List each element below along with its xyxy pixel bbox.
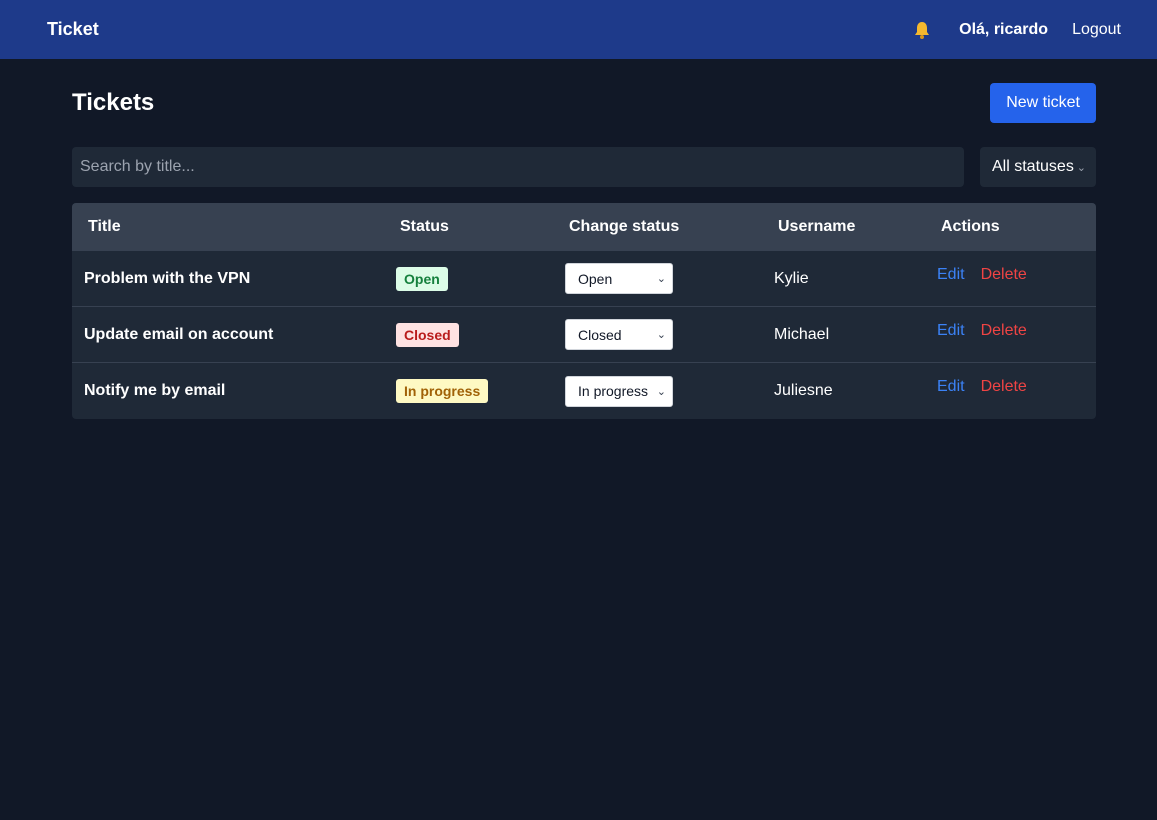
status-badge: Closed [396,322,459,347]
ticket-title: Notify me by email [84,382,226,399]
edit-link[interactable]: Edit [937,322,965,340]
username: Juliesne [774,382,833,399]
ticket-title: Update email on account [84,325,274,343]
change-status-value: In progress [578,383,649,399]
logout-link[interactable]: Logout [1072,21,1121,39]
new-ticket-button[interactable]: New ticket [990,83,1096,123]
status-badge: In progress [396,379,489,403]
chevron-down-icon: ⌄ [656,273,666,285]
bell-icon[interactable] [911,19,933,41]
table-row: Notify me by email In progress In progre… [72,363,1096,419]
header-actions: Actions [941,218,1000,235]
status-filter-value: All statuses [992,158,1074,175]
table-header: Title Status Change status Username Acti… [72,203,1096,251]
brand-logo[interactable]: Ticket [47,19,99,40]
edit-link[interactable]: Edit [937,378,965,396]
change-status-value: Open [578,270,613,287]
tickets-table: Title Status Change status Username Acti… [72,203,1096,419]
header-title: Title [88,218,121,235]
filters: All statuses ⌄ [72,147,1096,187]
ticket-title: Problem with the VPN [84,269,251,287]
chevron-down-icon: ⌄ [656,385,666,398]
edit-link[interactable]: Edit [937,266,965,284]
change-status-select[interactable]: In progress ⌄ [565,375,673,407]
header-change-status: Change status [569,218,680,235]
main-content: Tickets New ticket All statuses ⌄ Title … [72,83,1096,419]
page-header: Tickets New ticket [72,83,1096,123]
chevron-down-icon: ⌄ [656,329,666,341]
navbar: Ticket Olá, ricardo Logout [0,0,1157,59]
header-username: Username [778,218,856,235]
table-row: Update email on account Closed Closed ⌄ M… [72,307,1096,363]
username: Michael [774,325,830,343]
change-status-select[interactable]: Open ⌄ [565,263,673,294]
delete-link[interactable]: Delete [981,266,1027,284]
change-status-select[interactable]: Closed ⌄ [565,319,673,350]
status-filter-select[interactable]: All statuses ⌄ [980,147,1096,187]
chevron-down-icon: ⌄ [1076,161,1086,174]
username: Kylie [774,269,809,287]
header-status: Status [400,218,449,235]
table-row: Problem with the VPN Open Open ⌄ Kylie Ed… [72,251,1096,307]
search-input[interactable] [72,147,964,187]
nav-right: Olá, ricardo Logout [911,19,1121,41]
delete-link[interactable]: Delete [981,322,1027,340]
user-greeting: Olá, ricardo [959,20,1049,38]
delete-link[interactable]: Delete [981,378,1027,396]
page-title: Tickets [72,89,155,116]
status-badge: Open [396,266,448,291]
change-status-value: Closed [578,326,622,343]
